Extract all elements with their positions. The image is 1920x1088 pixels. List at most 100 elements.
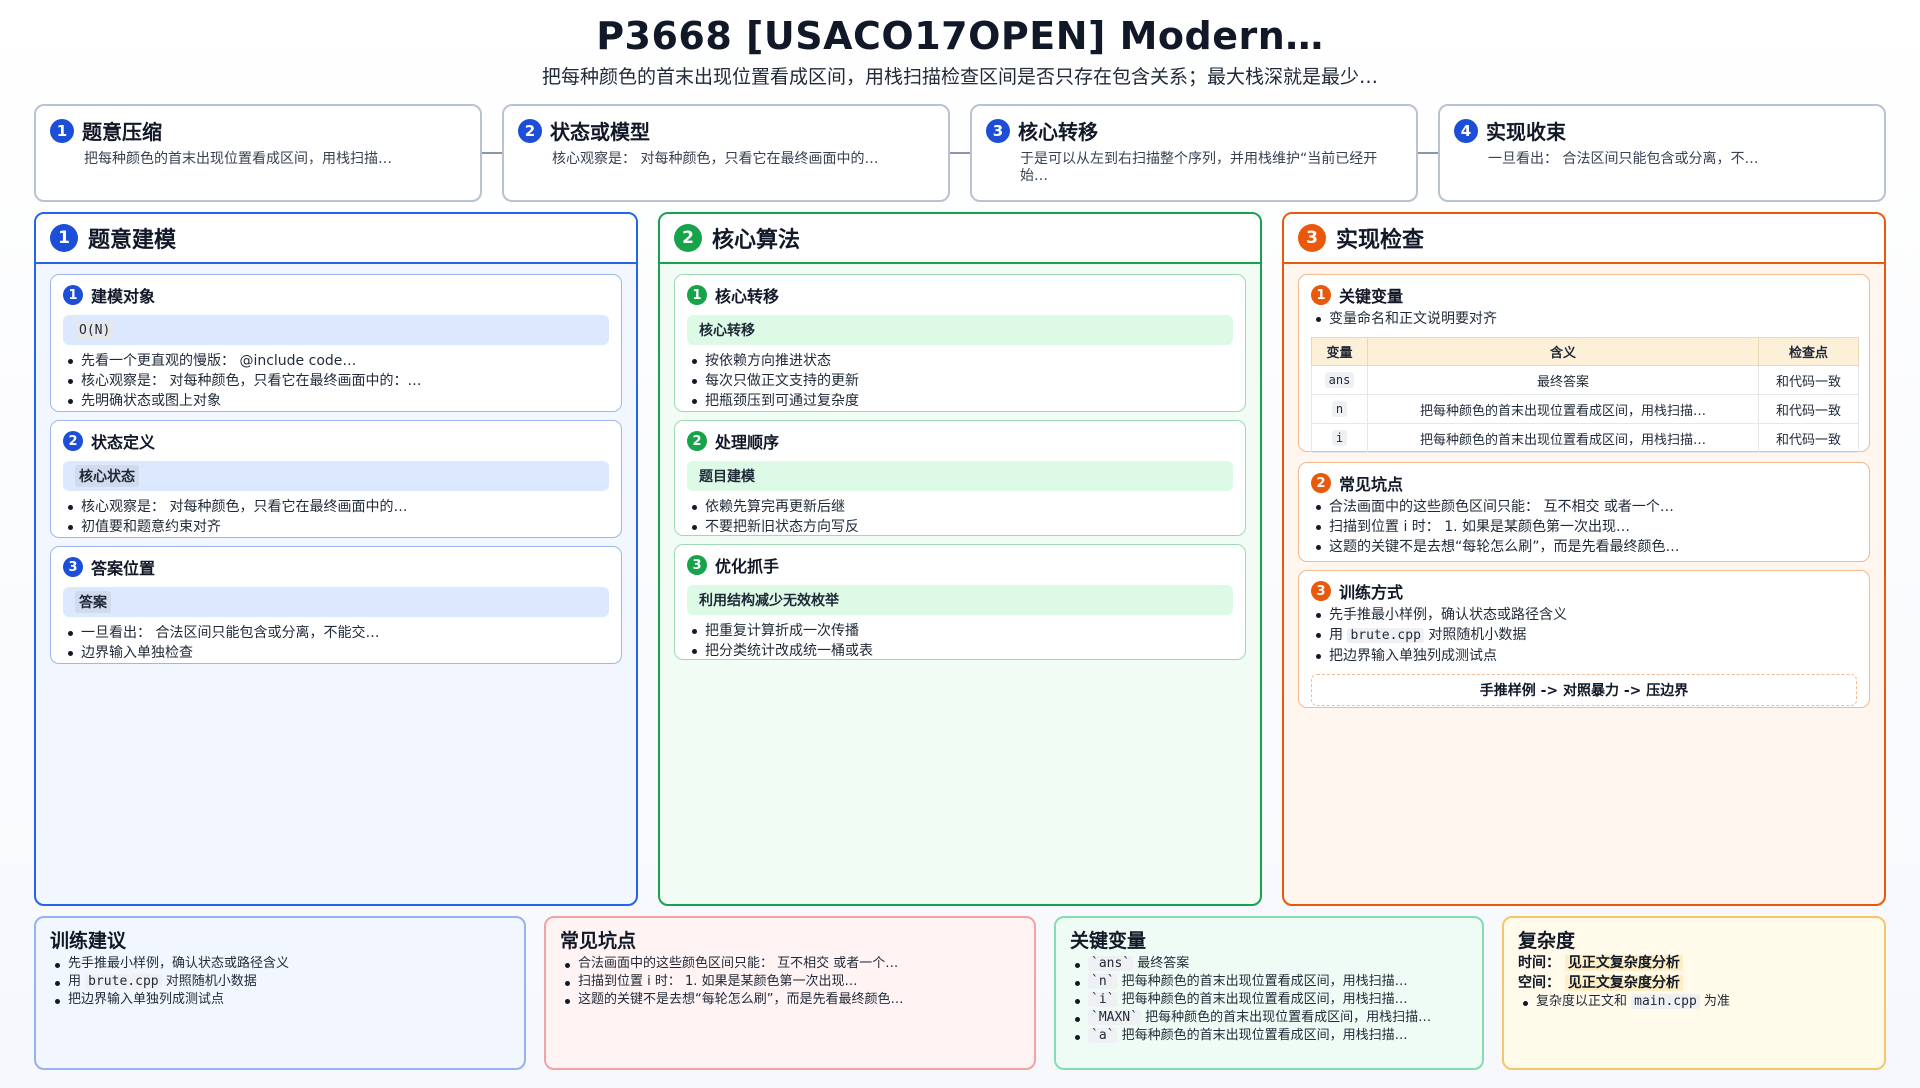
variable-code: ans	[1324, 371, 1355, 388]
step-connector	[482, 152, 502, 154]
table-cell: ans	[1311, 365, 1368, 395]
table-header-row: 变量 含义 检查点	[1311, 337, 1859, 366]
card-processing-order: 2 处理顺序 题目建模 依赖先算完再更新后继 不要把新旧状态方向写反	[674, 420, 1246, 536]
time-value: 见正文复杂度分析	[1564, 955, 1683, 971]
bottom-card-complexity: 复杂度 时间： 见正文复杂度分析 空间： 见正文复杂度分析 复杂度以正文和 ma…	[1502, 916, 1886, 1070]
variable-code: n	[1331, 400, 1348, 417]
step-number-badge: 2	[518, 118, 542, 143]
step-card-1: 1 题意压缩 把每种颜色的首末出现位置看成区间，用栈扫描…	[34, 104, 482, 202]
table-header: 变量	[1311, 337, 1368, 366]
bullet-list: 变量命名和正文说明要对齐	[1311, 309, 1857, 329]
card-title: 状态定义	[91, 433, 156, 452]
time-label: 时间：	[1518, 955, 1560, 971]
list-item: 先手推最小样例，确认状态或路径含义	[1311, 605, 1857, 625]
step-number-badge: 4	[1454, 118, 1478, 143]
bullet-list: 按依赖方向推进状态 每次只做正文支持的更新 把瓶颈压到可通过复杂度	[687, 351, 1233, 411]
text-fragment: 用	[1329, 627, 1343, 643]
bullet-list: `ans` 最终答案 `n` 把每种颜色的首末出现位置看成区间，用栈扫描… `i…	[1070, 955, 1468, 1045]
card-number-badge: 3	[687, 555, 707, 575]
card-key-variables: 1 关键变量 变量命名和正文说明要对齐 变量 含义 检查点 ans 最终答案 和代…	[1298, 274, 1870, 453]
list-item: `ans` 最终答案	[1070, 955, 1468, 973]
variable-code: `ans`	[1088, 956, 1134, 971]
space-label: 空间：	[1518, 975, 1560, 991]
card-answer-position: 3 答案位置 答案 一旦看出： 合法区间只能包含或分离，不能交… 边界输入单独检查	[50, 546, 622, 664]
list-item: 把分类统计改成统一桶或表	[687, 641, 1233, 661]
card-highlight: 题目建模	[687, 461, 1233, 491]
bullet-list: 合法画面中的这些颜色区间只能： 互不相交 或者一个… 扫描到位置 i 时： 1.…	[560, 955, 1020, 1009]
column-header: 1 题意建模	[36, 214, 636, 264]
time-complexity: 时间： 见正文复杂度分析	[1518, 953, 1870, 973]
card-title: 常见坑点	[1339, 475, 1404, 494]
highlight-text: 答案	[75, 591, 111, 613]
page-subtitle: 把每种颜色的首末出现位置看成区间，用栈扫描检查区间是否只存在包含关系；最大栈深就…	[541, 66, 1378, 88]
column-core-algorithm: 2 核心算法 1 核心转移 核心转移 按依赖方向推进状态 每次只做正文支持的更新 …	[658, 212, 1262, 906]
column-title: 实现检查	[1336, 228, 1425, 253]
card-number-badge: 3	[1311, 581, 1331, 601]
card-highlight: O(N)	[63, 315, 609, 345]
step-summary-row: 1 题意压缩 把每种颜色的首末出现位置看成区间，用栈扫描… 2 状态或模型 核心观察…	[34, 104, 1886, 202]
list-item: 边界输入单独检查	[63, 643, 609, 663]
card-number-badge: 1	[1311, 285, 1331, 305]
column-header: 2 核心算法	[660, 214, 1260, 264]
code-snippet: brute.cpp	[85, 974, 162, 989]
bullet-list: 复杂度以正文和 main.cpp 为准	[1518, 993, 1870, 1011]
code-snippet: main.cpp	[1631, 994, 1700, 1009]
list-item: 把边界输入单独列成测试点	[50, 991, 510, 1009]
step-title: 状态或模型	[550, 120, 650, 144]
card-title: 优化抓手	[715, 557, 780, 576]
bullet-list: 把重复计算折成一次传播 把分类统计改成统一桶或表	[687, 621, 1233, 661]
list-item: 扫描到位置 i 时： 1. 如果是某颜色第一次出现…	[560, 973, 1020, 991]
table-cell: 和代码一致	[1758, 394, 1859, 424]
card-title: 训练方式	[1339, 583, 1404, 602]
bullet-list: 先手推最小样例，确认状态或路径含义 用 brute.cpp 对照随机小数据 把边…	[50, 955, 510, 1009]
card-common-pitfalls: 2 常见坑点 合法画面中的这些颜色区间只能： 互不相交 或者一个… 扫描到位置 i…	[1298, 462, 1870, 562]
list-item: 按依赖方向推进状态	[687, 351, 1233, 371]
bullet-list: 依赖先算完再更新后继 不要把新旧状态方向写反	[687, 497, 1233, 537]
step-connector	[950, 152, 970, 154]
step-title: 核心转移	[1018, 120, 1098, 144]
bullet-list: 核心观察是： 对每种颜色，只看它在最终画面中的… 初值要和题意约束对齐	[63, 497, 609, 537]
list-item: 合法画面中的这些颜色区间只能： 互不相交 或者一个…	[560, 955, 1020, 973]
list-item: 合法画面中的这些颜色区间只能： 互不相交 或者一个…	[1311, 497, 1857, 517]
list-item: 复杂度以正文和 main.cpp 为准	[1518, 993, 1870, 1011]
list-item: 不要把新旧状态方向写反	[687, 517, 1233, 537]
list-item: 把边界输入单独列成测试点	[1311, 646, 1857, 666]
step-card-2: 2 状态或模型 核心观察是： 对每种颜色，只看它在最终画面中的…	[502, 104, 950, 202]
step-description: 一旦看出： 合法区间只能包含或分离，不…	[1488, 151, 1759, 167]
bottom-card-pitfalls: 常见坑点 合法画面中的这些颜色区间只能： 互不相交 或者一个… 扫描到位置 i …	[544, 916, 1036, 1070]
list-item: `MAXN` 把每种颜色的首末出现位置看成区间，用栈扫描…	[1070, 1009, 1468, 1027]
list-item: `n` 把每种颜色的首末出现位置看成区间，用栈扫描…	[1070, 973, 1468, 991]
list-item: 依赖先算完再更新后继	[687, 497, 1233, 517]
bottom-card-title: 训练建议	[50, 930, 127, 952]
training-flow-box: 手推样例 -> 对照暴力 -> 压边界	[1311, 674, 1857, 706]
list-item: 把重复计算折成一次传播	[687, 621, 1233, 641]
list-item: 先明确状态或图上对象	[63, 391, 609, 411]
table-cell: n	[1311, 394, 1368, 424]
list-item: 核心观察是： 对每种颜色，只看它在最终画面中的…	[63, 497, 609, 517]
table-cell: i	[1311, 423, 1368, 453]
list-item: 用 brute.cpp 对照随机小数据	[1311, 625, 1857, 646]
card-optimization: 3 优化抓手 利用结构减少无效枚举 把重复计算折成一次传播 把分类统计改成统一桶或…	[674, 544, 1246, 660]
variable-code: `i`	[1088, 992, 1118, 1007]
bottom-card-title: 关键变量	[1070, 930, 1147, 952]
table-cell: 把每种颜色的首末出现位置看成区间，用栈扫描…	[1367, 394, 1759, 424]
card-highlight: 核心状态	[63, 461, 609, 491]
list-item: 把瓶颈压到可通过复杂度	[687, 391, 1233, 411]
bottom-card-title: 复杂度	[1518, 930, 1576, 952]
list-item: 一旦看出： 合法区间只能包含或分离，不能交…	[63, 623, 609, 643]
bullet-list: 合法画面中的这些颜色区间只能： 互不相交 或者一个… 扫描到位置 i 时： 1.…	[1311, 497, 1857, 557]
step-card-4: 4 实现收束 一旦看出： 合法区间只能包含或分离，不…	[1438, 104, 1886, 202]
list-item: 先手推最小样例，确认状态或路径含义	[50, 955, 510, 973]
list-item: 初值要和题意约束对齐	[63, 517, 609, 537]
step-number-badge: 1	[50, 118, 74, 143]
card-number-badge: 1	[687, 285, 707, 305]
card-highlight: 答案	[63, 587, 609, 617]
card-highlight: 核心转移	[687, 315, 1233, 345]
list-item: 这题的关键不是去想“每轮怎么刷”，而是先看最终颜色…	[560, 991, 1020, 1009]
text-fragment: 为准	[1703, 994, 1730, 1009]
page-title: P3668 [USACO17OPEN] Modern…	[596, 14, 1324, 58]
variable-description: 把每种颜色的首末出现位置看成区间，用栈扫描…	[1121, 992, 1408, 1007]
table-row: i 把每种颜色的首末出现位置看成区间，用栈扫描… 和代码一致	[1311, 423, 1859, 453]
bottom-card-training: 训练建议 先手推最小样例，确认状态或路径含义 用 brute.cpp 对照随机小…	[34, 916, 526, 1070]
column-number-badge: 1	[50, 224, 78, 252]
